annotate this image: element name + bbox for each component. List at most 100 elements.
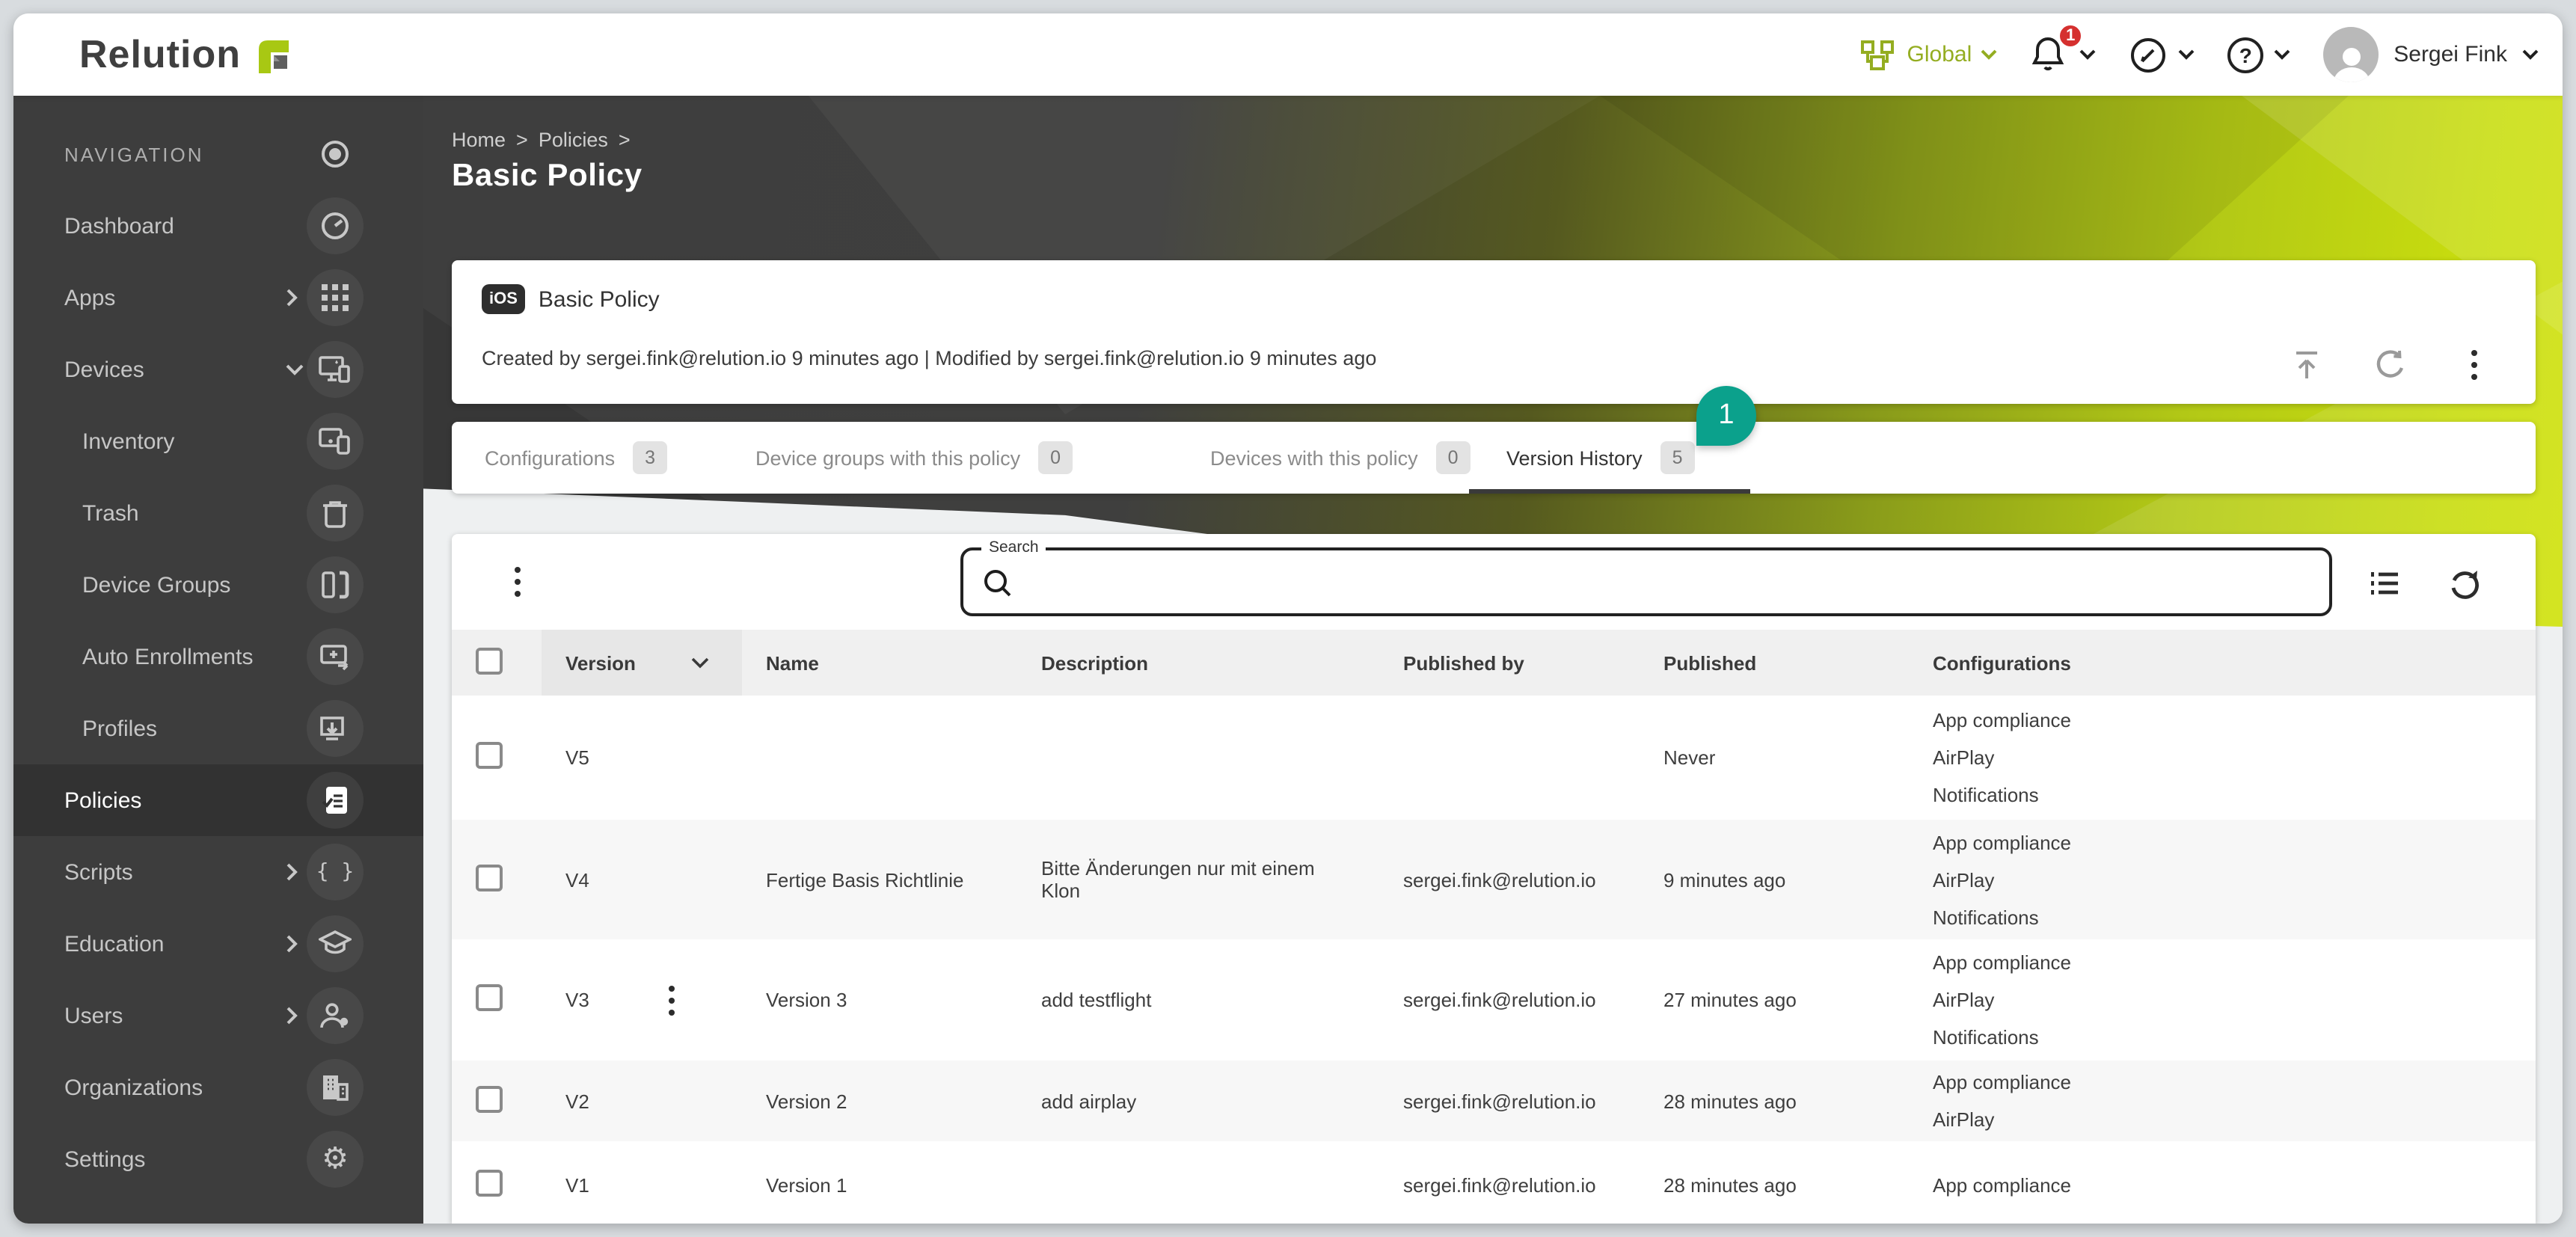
chevron-down-icon (2274, 49, 2290, 60)
notification-count-badge: 1 (2057, 22, 2084, 49)
search-input[interactable] (1026, 556, 2317, 607)
sidebar-item-label: Apps (64, 285, 115, 310)
breadcrumb-home[interactable]: Home (452, 129, 506, 151)
policy-card-title: Basic Policy (539, 286, 660, 312)
profiles-icon (307, 700, 364, 757)
select-all-checkbox[interactable] (476, 647, 503, 674)
target-icon[interactable] (307, 126, 364, 182)
organizations-icon (307, 1059, 364, 1116)
sidebar-item-apps[interactable]: Apps (13, 262, 423, 334)
row-checkbox[interactable] (476, 864, 503, 891)
scripts-icon: { } (307, 844, 364, 900)
sidebar-item-label: Profiles (82, 716, 157, 741)
configuration-item: AirPlay (1933, 1101, 2536, 1138)
table-row-v5[interactable]: V5 Never App compliance AirPlay Notifica… (452, 696, 2536, 820)
name-cell: Version 1 (742, 1173, 1017, 1196)
feedback-icon (2129, 35, 2168, 74)
bulk-actions-menu[interactable] (515, 567, 521, 597)
description-cell: add testflight (1017, 989, 1379, 1011)
chevron-right-icon (286, 289, 298, 307)
sidebar-item-label: Scripts (64, 859, 133, 885)
org-selector[interactable]: Global (1859, 37, 1998, 73)
column-header-description[interactable]: Description (1017, 651, 1379, 674)
dashboard-icon (307, 197, 364, 254)
ios-platform-badge: iOS (482, 284, 525, 314)
sidebar-item-device-groups[interactable]: Device Groups (13, 549, 423, 621)
more-options-menu[interactable] (2456, 347, 2492, 383)
publish-icon[interactable] (2289, 347, 2325, 383)
table-row-v4[interactable]: V4 Fertige Basis Richtlinie Bitte Änderu… (452, 820, 2536, 939)
configurations-cell: App compliance AirPlay Notifications (1909, 944, 2536, 1056)
column-header-published-by[interactable]: Published by (1379, 651, 1640, 674)
notifications-menu[interactable]: 1 (2030, 34, 2096, 76)
sidebar-item-devices[interactable]: Devices (13, 334, 423, 405)
sidebar-item-inventory[interactable]: Inventory (13, 405, 423, 477)
gear-icon: ⚙ (307, 1131, 364, 1188)
sidebar-item-users[interactable]: Users (13, 980, 423, 1052)
sidebar-item-trash[interactable]: Trash (13, 477, 423, 549)
sidebar-item-organizations[interactable]: Organizations (13, 1052, 423, 1123)
tab-label: Device groups with this policy (755, 446, 1020, 469)
sidebar-item-label: Education (64, 931, 164, 957)
sidebar-header-label: NAVIGATION (64, 143, 204, 165)
sidebar-item-settings[interactable]: Settings ⚙ (13, 1123, 423, 1195)
policy-info-card: iOS Basic Policy Created by sergei.fink@… (452, 260, 2536, 404)
row-actions-menu[interactable] (669, 985, 675, 1015)
sidebar-item-scripts[interactable]: Scripts { } (13, 836, 423, 908)
row-checkbox[interactable] (476, 1085, 503, 1112)
row-checkbox[interactable] (476, 742, 503, 769)
table-row-v2[interactable]: V2 Version 2 add airplay sergei.fink@rel… (452, 1060, 2536, 1141)
configuration-item: AirPlay (1933, 861, 2536, 898)
sidebar-item-label: Device Groups (82, 572, 230, 598)
published-cell: 9 minutes ago (1640, 868, 1909, 891)
column-header-published[interactable]: Published (1640, 651, 1909, 674)
version-history-panel: Search Version N (452, 534, 2536, 1224)
column-header-version[interactable]: Version (542, 630, 742, 696)
user-menu[interactable]: Sergei Fink (2323, 27, 2539, 82)
published-cell: 28 minutes ago (1640, 1173, 1909, 1196)
column-header-configurations[interactable]: Configurations (1909, 651, 2536, 674)
sidebar-item-label: Auto Enrollments (82, 644, 253, 669)
tab-label: Configurations (485, 446, 615, 469)
published-cell: Never (1640, 746, 1909, 769)
row-checkbox[interactable] (476, 1169, 503, 1196)
sidebar-item-dashboard[interactable]: Dashboard (13, 190, 423, 262)
chevron-right-icon (286, 935, 298, 953)
sidebar-item-profiles[interactable]: Profiles (13, 693, 423, 764)
configuration-item: Notifications (1933, 898, 2536, 936)
feedback-menu[interactable] (2129, 35, 2195, 74)
table-row-v3[interactable]: V3 Version 3 add testflight sergei.fink@… (452, 939, 2536, 1060)
chevron-down-icon (2079, 49, 2096, 60)
tab-version-history[interactable]: Version History 5 (1506, 422, 1695, 494)
sort-descending-icon[interactable] (691, 657, 709, 669)
breadcrumb-policies[interactable]: Policies (539, 129, 608, 151)
chevron-right-icon (286, 1007, 298, 1025)
name-cell: Version 2 (742, 1090, 1017, 1112)
sidebar-item-education[interactable]: Education (13, 908, 423, 980)
row-checkbox[interactable] (476, 984, 503, 1011)
sidebar-item-label: Settings (64, 1147, 145, 1172)
sidebar-item-policies[interactable]: Policies (13, 764, 423, 836)
sidebar-header-navigation: NAVIGATION (13, 118, 423, 190)
configurations-cell: App compliance AirPlay (1909, 1063, 2536, 1138)
table-row-v1[interactable]: V1 Version 1 sergei.fink@relution.io 28 … (452, 1141, 2536, 1224)
chevron-down-icon (286, 363, 304, 375)
relution-logo[interactable]: Relution (79, 31, 293, 78)
restore-version-icon[interactable] (2373, 347, 2408, 383)
tab-label: Devices with this policy (1210, 446, 1418, 469)
refresh-icon[interactable] (2447, 565, 2483, 601)
user-name: Sergei Fink (2393, 42, 2507, 67)
sidebar-item-label: Devices (64, 357, 144, 382)
tab-count-badge: 0 (1436, 441, 1471, 474)
configuration-item: AirPlay (1933, 739, 2536, 776)
configurations-cell: App compliance AirPlay Notifications (1909, 823, 2536, 936)
column-settings-icon[interactable] (2367, 565, 2402, 601)
tab-configurations[interactable]: Configurations 3 (485, 422, 667, 494)
sidebar-item-auto-enrollments[interactable]: Auto Enrollments (13, 621, 423, 693)
published-by-cell: sergei.fink@relution.io (1379, 1090, 1640, 1112)
tab-devices[interactable]: Devices with this policy 0 (1210, 422, 1471, 494)
search-icon (981, 567, 1014, 600)
column-header-name[interactable]: Name (742, 651, 1017, 674)
help-menu[interactable]: ? (2227, 37, 2290, 73)
tab-device-groups[interactable]: Device groups with this policy 0 (755, 422, 1073, 494)
